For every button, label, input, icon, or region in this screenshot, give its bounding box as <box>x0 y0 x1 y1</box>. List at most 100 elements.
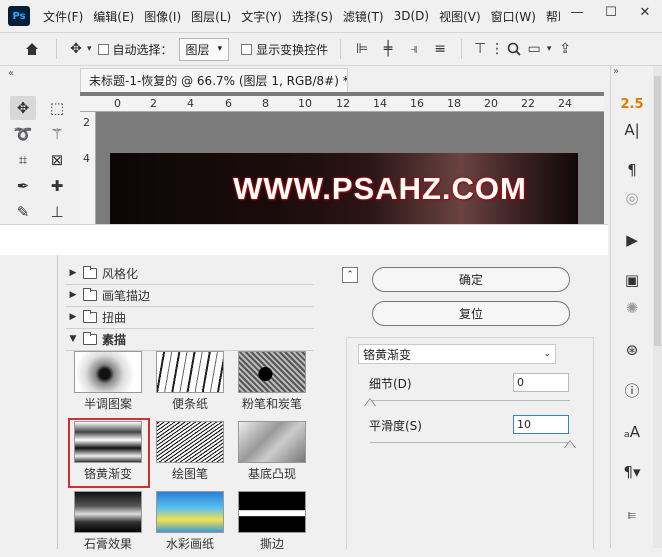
ruler-tick-label: 12 <box>336 97 350 110</box>
brush-preset-icon[interactable]: ◎ <box>619 186 645 210</box>
notes-icon[interactable]: ▣ <box>619 268 645 292</box>
reset-button[interactable]: 复位 <box>372 301 570 326</box>
detail-input[interactable]: 0 <box>513 373 569 392</box>
menu-layer[interactable]: 图层(L) <box>186 8 236 25</box>
smoothness-input[interactable]: 10 <box>513 415 569 434</box>
auto-select-value: 图层 <box>185 42 210 57</box>
frame-tool-icon[interactable]: ⊠ <box>44 148 70 172</box>
checkbox-box[interactable] <box>241 43 253 55</box>
info-icon[interactable]: ⓘ <box>619 378 645 402</box>
brush-tool-icon[interactable]: ✎ <box>10 200 36 224</box>
expand-arrow-icon[interactable]: ▶ <box>66 312 80 322</box>
show-transform-checkbox[interactable]: 显示变换控件 <box>241 41 328 58</box>
smoothness-slider-handle[interactable] <box>565 441 575 448</box>
auto-select-checkbox[interactable]: 自动选择： <box>97 41 173 58</box>
minimize-button[interactable]: — <box>560 0 594 24</box>
lasso-tool-icon[interactable]: ➰ <box>10 122 36 146</box>
search-icon[interactable] <box>504 42 524 56</box>
home-icon[interactable] <box>22 41 42 57</box>
filter-select-value: 铬黄渐变 <box>363 347 412 362</box>
crop-tool-icon[interactable]: ⌗ <box>10 148 36 172</box>
expand-arrow-icon[interactable]: ▶ <box>66 290 80 300</box>
ruler-tick-label: 24 <box>558 97 572 110</box>
filter-thumb-water-paper[interactable]: 水彩画纸 <box>152 491 228 557</box>
navigator-icon[interactable]: ⊛ <box>619 338 645 362</box>
options-bar: ✥ ▾ 自动选择： 图层 ▾ 显示变换控件 ⊫ ╪ ⫣ ≡ ⊤ ⋮ ▭ ▾ ⇪ <box>0 32 662 66</box>
filter-gallery-dialog: ▶ 风格化 ▶ 画笔描边 ▶ 扭曲 ▼ 素描 半调图案 便条纸 粉笔和炭笔 铬黄… <box>0 224 608 551</box>
restore-button[interactable]: ☐ <box>594 0 628 24</box>
filter-thumb-plaster[interactable]: 石膏效果 <box>70 491 146 557</box>
document-tab[interactable]: 未标题-1-恢复的 @ 66.7% (图层 1, RGB/8#) * ✕ <box>80 68 348 92</box>
photoshop-logo: Ps <box>8 6 30 26</box>
chevron-down-icon: ⌄ <box>543 349 551 359</box>
smoothness-slider-track[interactable] <box>370 442 570 443</box>
character-icon[interactable]: A| <box>619 118 645 142</box>
filter-select-dropdown[interactable]: 铬黄渐变 ⌄ <box>358 344 556 364</box>
menu-edit[interactable]: 编辑(E) <box>88 8 139 25</box>
category-sketch[interactable]: ▼ 素描 <box>66 329 314 349</box>
detail-slider-track[interactable] <box>370 400 570 401</box>
ok-button[interactable]: 确定 <box>372 267 570 292</box>
play-action-icon[interactable]: ▶ <box>619 228 645 252</box>
marquee-tool-icon[interactable]: ⬚ <box>44 96 70 120</box>
scrollbar-thumb[interactable] <box>654 76 661 346</box>
clone-stamp-icon[interactable]: ⊥ <box>44 200 70 224</box>
ruler-tick-label: 14 <box>373 97 387 110</box>
menu-view[interactable]: 视图(V) <box>434 8 486 25</box>
chevron-down-icon[interactable]: ▾ <box>87 44 92 54</box>
category-brush-strokes[interactable]: ▶ 画笔描边 <box>66 285 314 305</box>
filter-thumb-graphic-pen[interactable]: 绘图笔 <box>152 421 228 487</box>
auto-select-dropdown[interactable]: 图层 ▾ <box>178 37 230 61</box>
category-distort[interactable]: ▶ 扭曲 <box>66 307 314 327</box>
chevron-down-icon[interactable]: ▾ <box>544 44 554 54</box>
horizontal-ruler: 0 2 4 6 8 10 12 14 16 18 20 22 24 <box>80 96 604 112</box>
folder-icon <box>83 265 97 279</box>
thumb-image <box>156 421 224 463</box>
magic-wand-icon[interactable]: ⚚ <box>44 122 70 146</box>
value-readout[interactable]: 2.5 <box>619 92 645 116</box>
align-right-icon[interactable]: ⫣ <box>401 41 427 57</box>
filter-thumb-bas-relief[interactable]: 基底凸现 <box>234 421 310 487</box>
filter-thumb-note-paper[interactable]: 便条纸 <box>152 351 228 417</box>
collapse-panel-icon[interactable]: « <box>8 68 14 79</box>
collapse-gallery-icon[interactable]: ⌃ <box>342 267 358 283</box>
glyphs-icon[interactable]: ₐA <box>619 420 645 444</box>
close-button[interactable]: ✕ <box>628 0 662 24</box>
align-top-icon[interactable]: ⊤ <box>470 41 490 57</box>
distribute-icon[interactable]: ≡ <box>427 41 453 57</box>
menu-filter[interactable]: 滤镜(T) <box>338 8 389 25</box>
share-icon[interactable]: ⇪ <box>554 41 576 57</box>
thumbnails-scrollbar[interactable] <box>314 262 326 548</box>
workspace-icon[interactable]: ▭ <box>524 41 544 57</box>
paragraph-icon[interactable]: ¶ <box>619 158 645 182</box>
collapse-arrow-icon[interactable]: ▼ <box>66 334 80 344</box>
starburst-icon[interactable]: ✺ <box>619 296 645 320</box>
filter-thumb-torn-edges[interactable]: 撕边 <box>234 491 310 557</box>
filter-thumb-chalk-charcoal[interactable]: 粉笔和炭笔 <box>234 351 310 417</box>
more-options-icon[interactable]: ⋮ <box>490 41 504 57</box>
menu-window[interactable]: 窗口(W) <box>486 8 541 25</box>
detail-slider-handle[interactable] <box>365 399 375 406</box>
eyedropper-icon[interactable]: ✒ <box>10 174 36 198</box>
collapse-panel-icon[interactable]: » <box>613 66 619 77</box>
folder-icon <box>83 331 97 345</box>
folder-icon <box>83 287 97 301</box>
healing-brush-icon[interactable]: ✚ <box>44 174 70 198</box>
menu-select[interactable]: 选择(S) <box>287 8 338 25</box>
expand-arrow-icon[interactable]: ▶ <box>66 268 80 278</box>
paragraph-styles-icon[interactable]: ¶▾ <box>619 460 645 484</box>
filter-thumb-halftone[interactable]: 半调图案 <box>70 351 146 417</box>
menu-file[interactable]: 文件(F) <box>38 8 88 25</box>
category-stylize[interactable]: ▶ 风格化 <box>66 263 314 283</box>
align-center-icon[interactable]: ╪ <box>375 41 401 57</box>
align-left-icon[interactable]: ⊫ <box>349 41 375 57</box>
checkbox-box[interactable] <box>97 43 109 55</box>
right-scrollbar[interactable] <box>653 66 662 548</box>
move-tool-icon[interactable]: ✥ <box>10 96 36 120</box>
menu-image[interactable]: 图像(I) <box>139 8 186 25</box>
ruler-tick-label: 18 <box>447 97 461 110</box>
history-icon[interactable]: ⫢ <box>619 502 645 526</box>
move-tool-icon[interactable]: ✥ <box>65 41 87 57</box>
menu-type[interactable]: 文字(Y) <box>236 8 287 25</box>
menu-3d[interactable]: 3D(D) <box>389 9 434 23</box>
